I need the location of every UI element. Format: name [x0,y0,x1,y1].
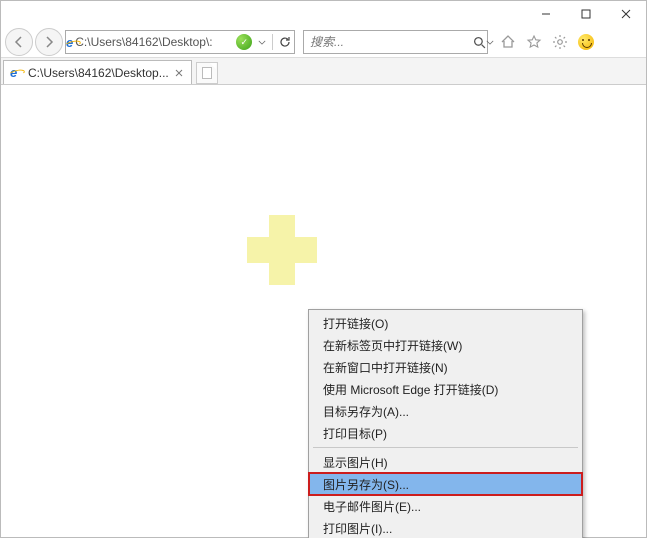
ie-icon: e [66,36,73,49]
address-bar[interactable]: e ✓ [65,30,295,54]
menu-separator [313,447,578,448]
favorites-icon[interactable] [524,32,544,52]
search-icon[interactable] [473,36,486,49]
broken-image-placeholder[interactable] [247,215,317,285]
address-dropdown-icon[interactable] [256,40,268,45]
context-menu-item[interactable]: 打开链接(O) [309,312,582,334]
separator [272,34,273,50]
context-menu-item[interactable]: 图片另存为(S)... [309,473,582,495]
context-menu-item[interactable]: 使用 Microsoft Edge 打开链接(D) [309,378,582,400]
tab-label: C:\Users\84162\Desktop... [28,66,169,80]
browser-window: e ✓ [0,0,647,538]
feedback-smiley-icon[interactable] [576,32,596,52]
search-dropdown-icon[interactable] [486,40,494,45]
titlebar [1,1,646,27]
tab-close-icon[interactable] [173,67,185,79]
security-addon-icon[interactable]: ✓ [236,34,252,50]
home-icon[interactable] [498,32,518,52]
minimize-button[interactable] [526,1,566,27]
address-input[interactable] [73,32,232,52]
settings-gear-icon[interactable] [550,32,570,52]
context-menu-item[interactable]: 目标另存为(A)... [309,400,582,422]
new-tab-button[interactable] [196,62,218,84]
forward-button[interactable] [35,28,63,56]
search-bar[interactable] [303,30,488,54]
close-button[interactable] [606,1,646,27]
maximize-button[interactable] [566,1,606,27]
search-input[interactable] [304,35,473,49]
ie-icon: e [10,66,24,80]
tabstrip: e C:\Users\84162\Desktop... [1,57,646,85]
refresh-button[interactable] [277,36,293,48]
context-menu-item[interactable]: 在新标签页中打开链接(W) [309,334,582,356]
context-menu-item[interactable]: 打印目标(P) [309,422,582,444]
context-menu-item[interactable]: 在新窗口中打开链接(N) [309,356,582,378]
page-content: 打开链接(O)在新标签页中打开链接(W)在新窗口中打开链接(N)使用 Micro… [1,85,646,537]
navbar: e ✓ [1,27,646,57]
context-menu-item[interactable]: 显示图片(H) [309,451,582,473]
tab-active[interactable]: e C:\Users\84162\Desktop... [3,60,192,84]
toolbar-right [498,32,596,52]
back-button[interactable] [5,28,33,56]
context-menu: 打开链接(O)在新标签页中打开链接(W)在新窗口中打开链接(N)使用 Micro… [308,309,583,538]
context-menu-item[interactable]: 电子邮件图片(E)... [309,495,582,517]
context-menu-item[interactable]: 打印图片(I)... [309,517,582,538]
